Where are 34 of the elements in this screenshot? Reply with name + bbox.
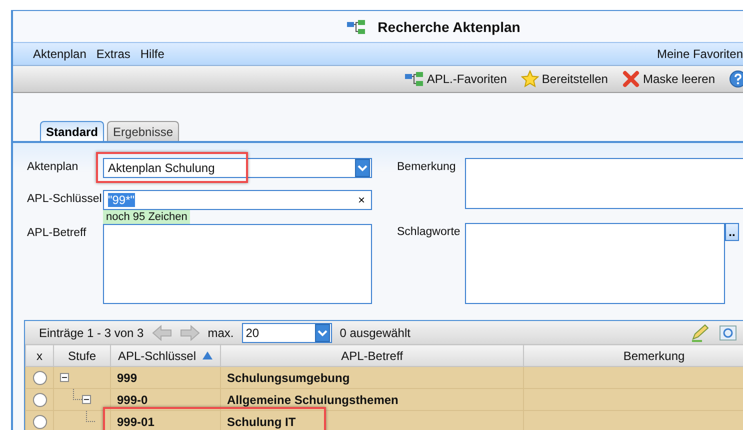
clear-button[interactable]: × bbox=[352, 193, 371, 207]
table-cell: Schulung IT bbox=[220, 410, 524, 430]
tab[interactable]: Ergebnisse bbox=[107, 121, 180, 141]
menu-item[interactable]: Hilfe bbox=[140, 47, 164, 61]
column-header[interactable]: APL-Schlüssel bbox=[110, 344, 220, 366]
field-label: Schlagworte bbox=[397, 225, 462, 240]
toolbar-button[interactable]: APL.-Favoriten bbox=[404, 71, 507, 87]
page-size-label: max. bbox=[208, 326, 234, 340]
paging-info: Einträge 1 - 3 von 3 bbox=[39, 326, 144, 340]
table-cell: 999-01 bbox=[110, 410, 220, 430]
toolbar-button[interactable]: Bereitstellen bbox=[520, 70, 608, 88]
column-header[interactable]: x bbox=[26, 344, 54, 366]
input-field[interactable]: "99*" × bbox=[103, 190, 372, 210]
window-title: Recherche Aktenplan bbox=[378, 18, 520, 34]
field-label: Bemerkung bbox=[397, 160, 457, 175]
menu-item[interactable]: Aktenplan bbox=[33, 47, 86, 61]
menu-item[interactable]: Meine Favoriten bbox=[656, 47, 743, 61]
toolbar-button[interactable]: Maske leeren bbox=[622, 70, 715, 88]
dropdown-field[interactable]: Aktenplan Schulung bbox=[103, 158, 372, 178]
column-header[interactable]: APL-Betreff bbox=[220, 344, 524, 366]
tab[interactable]: Standard bbox=[40, 121, 104, 141]
character-counter: noch 95 Zeichen bbox=[103, 210, 190, 224]
table-cell: Schulungsumgebung bbox=[220, 366, 524, 388]
table-cell: Allgemeine Schulungsthemen bbox=[220, 388, 524, 410]
field-label: APL-Schlüssel bbox=[27, 192, 103, 207]
field-label: APL-Betreff bbox=[27, 226, 88, 241]
table-cell: 999 bbox=[110, 366, 220, 388]
column-header[interactable]: Bemerkung bbox=[524, 344, 743, 366]
field-label: Aktenplan bbox=[27, 160, 80, 175]
column-header[interactable]: Stufe bbox=[54, 344, 110, 366]
selection-count: 0 ausgewählt bbox=[340, 326, 410, 340]
menu-item[interactable]: Extras bbox=[96, 47, 130, 61]
browse-button[interactable]: .. bbox=[725, 223, 739, 241]
page-size-dropdown[interactable]: 20 bbox=[242, 322, 332, 342]
